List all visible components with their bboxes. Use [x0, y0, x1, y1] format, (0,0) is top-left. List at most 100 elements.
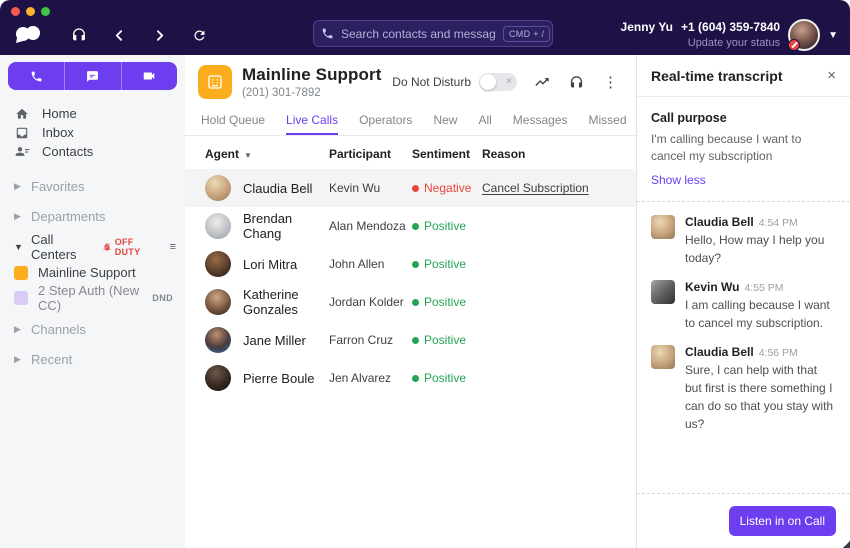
sentiment-badge: Positive	[412, 257, 482, 271]
column-participant: Participant	[329, 147, 412, 161]
live-calls-table: Claudia Bell Kevin Wu Negative Cancel Su…	[185, 169, 636, 548]
transcript-title: Real-time transcript	[651, 68, 782, 84]
user-name: Jenny Yu	[621, 20, 673, 34]
search-input[interactable]	[341, 27, 496, 41]
close-window-button[interactable]	[11, 7, 20, 16]
reason-link[interactable]: Cancel Subscription	[482, 181, 589, 195]
sentiment-badge: Negative	[412, 181, 482, 195]
dnd-label: DND	[152, 293, 173, 303]
chevron-down-icon[interactable]: ▼	[828, 30, 838, 41]
agent-name: Pierre Boule	[243, 371, 315, 386]
call-purpose-text: I'm calling because I want to cancel my …	[651, 131, 836, 166]
quick-actions	[8, 62, 177, 90]
off-duty-badge: OFF DUTY	[102, 237, 162, 257]
sidebar: Home Inbox Contacts ▶ Favorites ▶ Depart…	[0, 55, 185, 548]
table-row[interactable]: Lori Mitra John Allen Positive View Call	[185, 245, 636, 283]
tab-bar: Hold Queue Live Calls Operators New All Messa…	[185, 99, 636, 136]
table-row[interactable]: Jane Miller Farron Cruz Positive View Ca…	[185, 321, 636, 359]
video-call-button[interactable]	[121, 62, 177, 90]
tab[interactable]: Live Calls	[286, 113, 338, 135]
sidebar-item-contacts[interactable]: Contacts	[0, 142, 185, 161]
home-icon	[14, 106, 30, 122]
tab[interactable]: Messages	[513, 113, 568, 135]
sidebar-call-center-item[interactable]: 2 Step Auth (New CC) DND	[0, 287, 185, 308]
participant-name: Kevin Wu	[329, 181, 412, 195]
sidebar-item-home[interactable]: Home	[0, 104, 185, 123]
user-avatar[interactable]	[788, 19, 820, 51]
sentiment-badge: Positive	[412, 333, 482, 347]
update-status-link[interactable]: Update your status	[621, 36, 781, 50]
transcript-message: Claudia Bell4:54 PM Hello, How may I hel…	[651, 215, 836, 267]
section-recent[interactable]: ▶ Recent	[0, 348, 185, 371]
transcript-message: Kevin Wu4:55 PM I am calling because I w…	[651, 280, 836, 332]
sentiment-dot-icon	[412, 261, 419, 268]
tab[interactable]: Missed	[589, 113, 627, 135]
headset-icon[interactable]	[567, 73, 585, 91]
sentiment-dot-icon	[412, 185, 419, 192]
avatar	[205, 289, 231, 315]
phone-icon	[321, 27, 334, 40]
table-row[interactable]: Katherine Gonzales Jordan Kolder Positiv…	[185, 283, 636, 321]
sentiment-dot-icon	[412, 223, 419, 230]
listen-in-button[interactable]: Listen in on Call	[729, 506, 836, 536]
resize-grip[interactable]	[843, 541, 850, 548]
column-reason: Reason	[482, 147, 645, 161]
table-row[interactable]: Pierre Boule Jen Alvarez Positive View C…	[185, 359, 636, 397]
sentiment-dot-icon	[412, 299, 419, 306]
dnd-toggle[interactable]: ×	[479, 73, 517, 91]
show-less-link[interactable]: Show less	[651, 173, 706, 187]
tab[interactable]: Operators	[359, 113, 412, 135]
call-button[interactable]	[8, 62, 64, 90]
app-window: CMD + / Jenny Yu+1 (604) 359-7840 Update…	[0, 0, 850, 548]
section-favorites[interactable]: ▶ Favorites	[0, 175, 185, 198]
agent-name: Jane Miller	[243, 333, 306, 348]
window-controls[interactable]	[11, 7, 50, 16]
transcript-message: Claudia Bell4:56 PM Sure, I can help wit…	[651, 345, 836, 433]
column-agent[interactable]: Agent▼	[205, 147, 329, 161]
participant-name: Alan Mendoza	[329, 219, 412, 233]
call-purpose-section: Call purpose I'm calling because I want …	[637, 97, 850, 202]
table-row[interactable]: Claudia Bell Kevin Wu Negative Cancel Su…	[185, 169, 636, 207]
refresh-icon[interactable]	[190, 26, 208, 44]
tab[interactable]: Hold Queue	[201, 113, 265, 135]
close-icon[interactable]: ×	[827, 68, 836, 83]
section-departments[interactable]: ▶ Departments	[0, 205, 185, 228]
user-menu[interactable]: Jenny Yu+1 (604) 359-7840 Update your st…	[621, 20, 838, 50]
avatar	[205, 327, 231, 353]
speaker-name: Claudia Bell	[685, 345, 754, 359]
message-button[interactable]	[64, 62, 120, 90]
tab[interactable]: All	[478, 113, 491, 135]
section-call-centers[interactable]: ▼ Call Centers OFF DUTY ≡	[0, 235, 185, 258]
sidebar-call-center-item[interactable]: Mainline Support	[0, 262, 185, 283]
tab[interactable]: New	[433, 113, 457, 135]
minimize-window-button[interactable]	[26, 7, 35, 16]
maximize-window-button[interactable]	[41, 7, 50, 16]
page-title: Mainline Support	[242, 65, 381, 85]
agent-name: Brendan Chang	[243, 211, 329, 241]
sentiment-dot-icon	[412, 337, 419, 344]
drag-handle-icon[interactable]: ≡	[170, 241, 175, 253]
search-bar[interactable]: CMD + /	[313, 20, 553, 47]
headset-icon[interactable]	[70, 26, 88, 44]
section-channels[interactable]: ▶ Channels	[0, 318, 185, 341]
column-sentiment: Sentiment	[412, 147, 482, 161]
sentiment-badge: Positive	[412, 371, 482, 385]
avatar	[205, 251, 231, 277]
analytics-icon[interactable]	[533, 73, 551, 91]
avatar	[651, 280, 675, 304]
transcript-messages: Claudia Bell4:54 PM Hello, How may I hel…	[637, 202, 850, 493]
speaker-name: Claudia Bell	[685, 215, 754, 229]
avatar	[651, 215, 675, 239]
contacts-icon	[14, 144, 30, 160]
table-row[interactable]: Brendan Chang Alan Mendoza Positive View…	[185, 207, 636, 245]
sidebar-item-inbox[interactable]: Inbox	[0, 123, 185, 142]
more-options-icon[interactable]: ⋮	[601, 73, 620, 91]
back-icon[interactable]	[110, 26, 128, 44]
dnd-status-badge	[788, 39, 800, 51]
call-center-color-icon	[14, 266, 28, 280]
dialpad-logo-icon	[12, 24, 44, 46]
avatar	[651, 345, 675, 369]
transcript-panel: Real-time transcript × Call purpose I'm …	[637, 55, 850, 548]
forward-icon[interactable]	[150, 26, 168, 44]
department-phone: (201) 301-7892	[242, 87, 381, 99]
